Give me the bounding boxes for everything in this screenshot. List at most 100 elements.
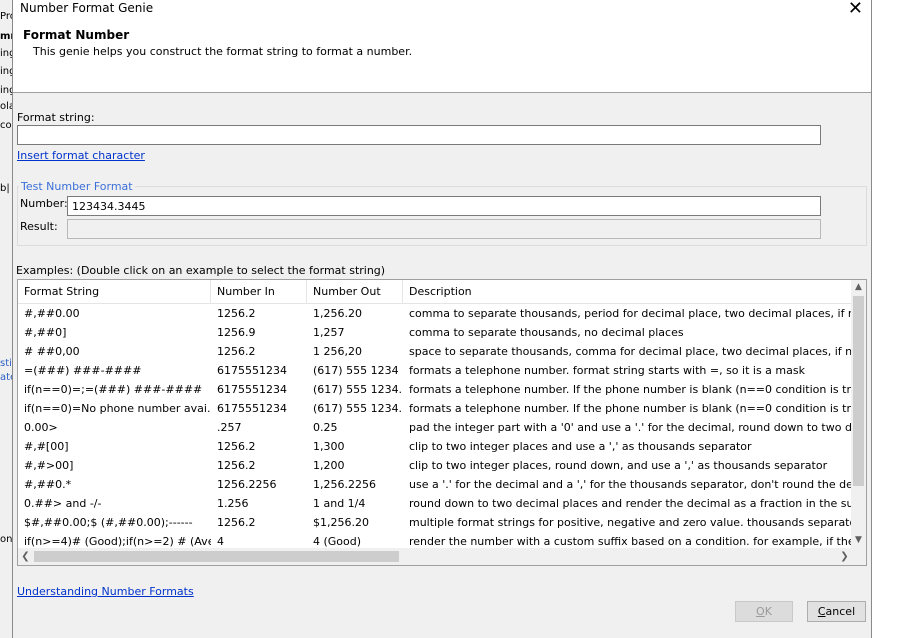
cell-number-out: 1,256.20 [313, 307, 362, 320]
scroll-left-icon[interactable]: ❮ [18, 548, 33, 565]
cell-format-string: if(n==0)=No phone number avai... [24, 402, 211, 415]
vertical-scrollbar[interactable]: ▲ ▼ [851, 280, 866, 548]
table-row[interactable]: $#,##0.00;$ (#,##0.00);------ 1256.2 $1,25… [18, 513, 852, 532]
background-app-text: ing [0, 66, 12, 77]
table-row[interactable]: if(n==0)=;=(###) ###-#### 6175551234 (617)… [18, 380, 852, 399]
cell-format-string: #,#>00] [24, 459, 74, 472]
cell-description: formats a telephone number. format strin… [409, 364, 805, 377]
cell-number-out: $1,256.20 [313, 516, 369, 529]
column-header-number-out[interactable]: Number Out [307, 280, 403, 303]
cell-number-out: 1,256.2256 [313, 478, 376, 491]
background-app-text: Pro [0, 11, 12, 22]
table-row[interactable]: # ##0,00 1256.2 1 256,20 space to separate … [18, 342, 852, 361]
cell-number-in: 1256.2 [217, 440, 256, 453]
background-app-text: ing [0, 48, 12, 59]
table-row[interactable]: #,#>00] 1256.2 1,200 clip to two integer pl… [18, 456, 852, 475]
table-row[interactable]: 0.00> .257 0.25 pad the integer part with a… [18, 418, 852, 437]
scrollbar-corner [851, 548, 866, 565]
horizontal-scrollbar[interactable]: ❮ ❯ [18, 548, 852, 565]
cell-number-out: 1 256,20 [313, 345, 362, 358]
result-label: Result: [20, 220, 58, 233]
number-label: Number: [20, 197, 68, 210]
cell-number-out: 1,200 [313, 459, 345, 472]
cell-format-string: 0.##> and -/- [24, 497, 102, 510]
column-header-description[interactable]: Description [403, 280, 852, 303]
title-bar: Number Format Genie ✕ [13, 0, 871, 19]
background-app-text: ola [0, 101, 12, 112]
background-app-text: colu [0, 120, 12, 131]
background-app-text: ing [0, 85, 12, 96]
cell-number-in: 1256.2 [217, 307, 256, 320]
table-body: #,##0.00 1256.2 1,256.20 comma to separate … [18, 304, 852, 551]
table-row[interactable]: =(###) ###-#### 6175551234 (617) 555 1234 f… [18, 361, 852, 380]
scroll-right-icon[interactable]: ❯ [837, 548, 852, 565]
scroll-up-icon[interactable]: ▲ [851, 280, 866, 295]
cell-number-in: 1256.9 [217, 326, 256, 339]
cell-number-in: 1256.2 [217, 345, 256, 358]
close-icon[interactable]: ✕ [848, 0, 863, 19]
cell-number-in: 6175551234 [217, 402, 287, 415]
cell-description: multiple format strings for positive, ne… [409, 516, 852, 529]
test-number-input[interactable]: 123434.3445 [67, 196, 821, 216]
cell-number-out: 1,300 [313, 440, 345, 453]
background-app-text: b| [0, 183, 10, 194]
format-string-label: Format string: [17, 111, 95, 124]
background-app-text: mr [0, 31, 12, 42]
cell-description: formats a telephone number. If the phone… [409, 383, 852, 396]
number-format-genie-dialog: Number Format Genie ✕ Format Number This… [12, 0, 872, 638]
table-row[interactable]: if(n==0)=No phone number avai... 61755512… [18, 399, 852, 418]
cell-number-out: (617) 555 1234 [313, 364, 399, 377]
table-row[interactable]: #,#[00] 1256.2 1,300 clip to two integer pl… [18, 437, 852, 456]
scroll-down-icon[interactable]: ▼ [851, 533, 866, 548]
cell-number-in: 1256.2 [217, 516, 256, 529]
understanding-number-formats-link[interactable]: Understanding Number Formats [17, 585, 194, 598]
cell-format-string: #,#[00] [24, 440, 69, 453]
table-row[interactable]: #,##0.00 1256.2 1,256.20 comma to separate … [18, 304, 852, 323]
table-row[interactable]: #,##0.* 1256.2256 1,256.2256 use a '.' for … [18, 475, 852, 494]
cell-format-string: $#,##0.00;$ (#,##0.00);------ [24, 516, 193, 529]
cell-format-string: #,##0] [24, 326, 67, 339]
background-app-strip: Pro mr ing ing ing ola colu b| sti ated … [0, 0, 12, 638]
background-app-text: on [0, 534, 12, 545]
cell-format-string: =(###) ###-#### [24, 364, 142, 377]
header-subtitle: This genie helps you construct the forma… [33, 45, 413, 58]
cell-number-in: 1256.2 [217, 459, 256, 472]
header-title: Format Number [23, 28, 130, 42]
cell-number-out: 1,257 [313, 326, 345, 339]
cell-format-string: if(n==0)=;=(###) ###-#### [24, 383, 203, 396]
vertical-scroll-thumb[interactable] [853, 296, 864, 486]
cell-format-string: 0.00> [24, 421, 58, 434]
cancel-button[interactable]: Cancel [807, 601, 866, 622]
cell-description: comma to separate thousands, no decimal … [409, 326, 684, 339]
cell-format-string: #,##0.00 [24, 307, 80, 320]
cell-description: clip to two integer places, round down, … [409, 459, 828, 472]
cell-description: pad the integer part with a '0' and use … [409, 421, 852, 434]
cell-description: comma to separate thousands, period for … [409, 307, 852, 320]
cell-description: space to separate thousands, comma for d… [409, 345, 852, 358]
cell-number-out: 1 and 1/4 [313, 497, 366, 510]
cell-format-string: #,##0.* [24, 478, 72, 491]
horizontal-scroll-thumb[interactable] [34, 551, 399, 562]
cell-number-in: 1.256 [217, 497, 249, 510]
examples-table[interactable]: Format String Number In Number Out Descr… [17, 279, 867, 566]
cell-description: use a '.' for the decimal and a ',' for … [409, 478, 852, 491]
cell-description: formats a telephone number. If the phone… [409, 402, 852, 415]
test-number-format-title: Test Number Format [19, 180, 135, 193]
cell-number-in: .257 [217, 421, 242, 434]
result-field [67, 219, 821, 239]
window-title: Number Format Genie [20, 1, 154, 15]
dialog-header: Format Number This genie helps you const… [13, 18, 871, 93]
cell-description: round down to two decimal places and ren… [409, 497, 852, 510]
format-string-input[interactable] [17, 125, 821, 145]
table-row[interactable]: #,##0] 1256.9 1,257 comma to separate thous… [18, 323, 852, 342]
cell-number-out: 0.25 [313, 421, 338, 434]
cell-number-in: 6175551234 [217, 383, 287, 396]
table-row[interactable]: 0.##> and -/- 1.256 1 and 1/4 round down to… [18, 494, 852, 513]
insert-format-character-link[interactable]: Insert format character [17, 149, 145, 162]
cell-format-string: # ##0,00 [24, 345, 80, 358]
cell-number-in: 1256.2256 [217, 478, 277, 491]
ok-button[interactable]: OK [735, 601, 793, 622]
column-header-format-string[interactable]: Format String [18, 280, 211, 303]
cell-number-in: 6175551234 [217, 364, 287, 377]
column-header-number-in[interactable]: Number In [211, 280, 307, 303]
